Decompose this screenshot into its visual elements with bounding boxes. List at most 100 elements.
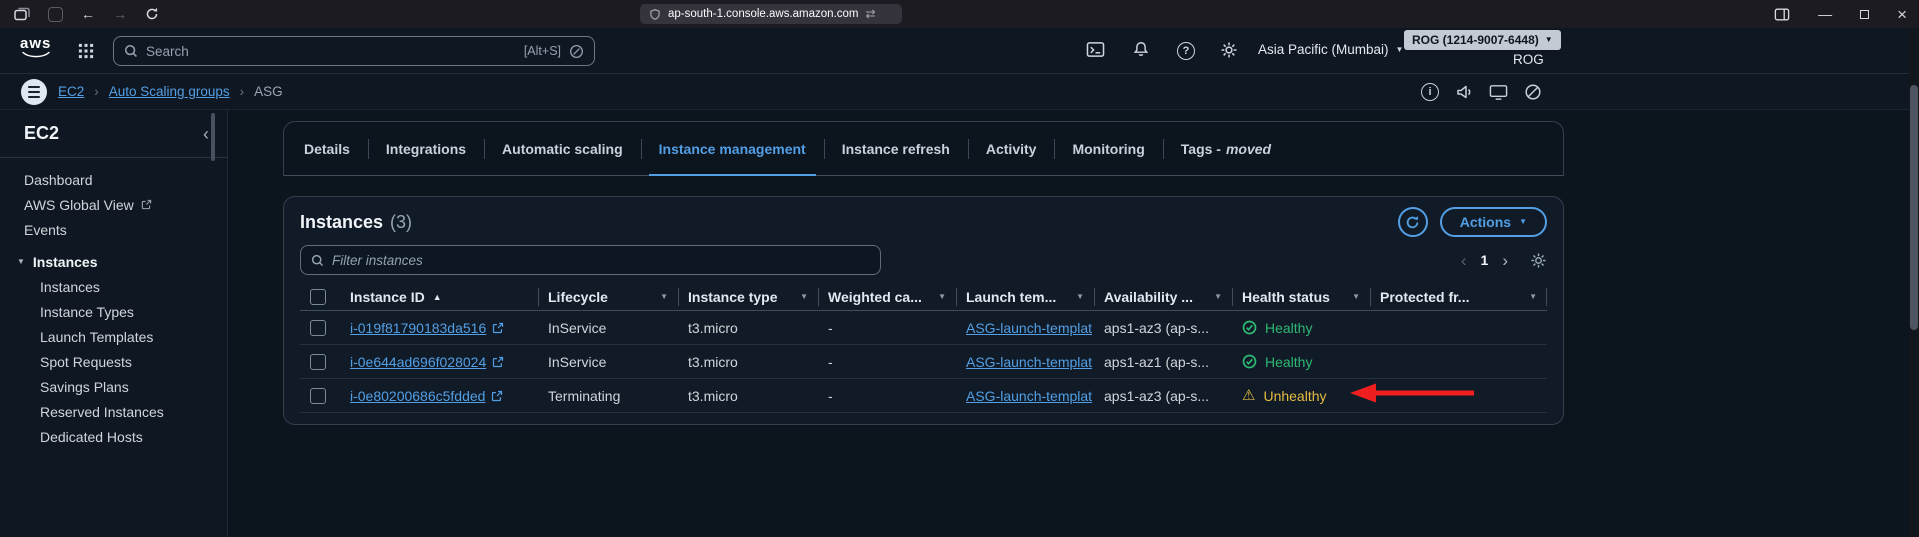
column-filter-icon[interactable]: ▼ [1523,292,1537,301]
window-stack-icon[interactable] [14,7,30,22]
account-name[interactable]: ROG [1513,52,1544,67]
tab-tags[interactable]: Tags - moved [1163,122,1289,175]
availability-zone-cell: aps1-az3 (ap-s... [1094,320,1232,336]
page-scrollbar-thumb[interactable] [1910,85,1918,330]
sidebar-item-instances[interactable]: Instances [0,274,227,299]
column-filter-icon[interactable]: ▼ [1346,292,1360,301]
external-link-icon [141,199,152,210]
breadcrumb-asg-link[interactable]: Auto Scaling groups [109,84,230,99]
sidebar-item-label: Launch Templates [40,329,153,345]
browser-chrome: ← → ap-south-1.console.aws.amazon.com ⇄ … [0,0,1919,28]
megaphone-icon[interactable] [1455,83,1473,101]
instance-id-link[interactable]: i-0e644ad696f028024 [350,354,486,370]
address-bar[interactable]: ap-south-1.console.aws.amazon.com ⇄ [640,4,902,24]
table-preferences-gear-icon[interactable] [1530,252,1547,269]
tab-details[interactable]: Details [286,122,368,175]
browser-tab-icon[interactable] [48,7,63,22]
select-all-checkbox[interactable] [310,289,326,305]
hamburger-menu-icon[interactable] [21,79,47,105]
sidebar-toggle-icon[interactable] [1774,7,1790,22]
column-filter-icon[interactable]: ▼ [794,292,808,301]
launch-template-link[interactable]: ASG-launch-templat [966,388,1092,404]
tab-monitoring[interactable]: Monitoring [1054,122,1162,175]
refresh-button[interactable] [1398,207,1428,237]
filter-instances-input[interactable] [332,253,870,268]
globe-slash-icon[interactable] [1524,83,1542,101]
launch-template-link[interactable]: ASG-launch-templat [966,354,1092,370]
account-menu-badge[interactable]: ROG (1214-9007-6448) ▼ [1404,30,1561,50]
page-scrollbar[interactable] [1909,28,1919,537]
global-search[interactable]: [Alt+S] [113,36,595,66]
apps-grid-icon[interactable] [78,43,94,59]
sort-ascending-icon: ▲ [433,292,442,302]
column-header-protected[interactable]: Protected fr... ▼ [1370,283,1547,310]
column-header-lifecycle[interactable]: Lifecycle ▼ [538,283,678,310]
column-filter-icon[interactable]: ▼ [654,292,668,301]
instance-id-link[interactable]: i-019f81790183da516 [350,320,486,336]
sidebar-item-reserved-instances[interactable]: Reserved Instances [0,399,227,424]
column-filter-icon[interactable]: ▼ [1070,292,1084,301]
reload-icon[interactable] [145,7,159,21]
tab-automatic-scaling[interactable]: Automatic scaling [484,122,641,175]
sidebar-item-events[interactable]: Events [0,217,227,242]
monitor-icon[interactable] [1489,83,1508,101]
warning-triangle-icon: ⚠ [1242,388,1255,403]
row-checkbox[interactable] [310,354,326,370]
back-icon[interactable]: ← [81,7,95,21]
search-input[interactable] [146,44,516,59]
sidebar-item-label: Savings Plans [40,379,129,395]
row-checkbox[interactable] [310,320,326,336]
launch-template-link[interactable]: ASG-launch-templat [966,320,1092,336]
tab-integrations[interactable]: Integrations [368,122,484,175]
notifications-bell-icon[interactable] [1132,40,1150,59]
column-header-launch-template[interactable]: Launch tem... ▼ [956,283,1094,310]
next-page-icon[interactable]: › [1502,252,1508,269]
row-checkbox[interactable] [310,388,326,404]
filter-instances-box[interactable] [300,245,881,275]
sidebar-scrollbar-thumb[interactable] [211,113,215,161]
sidebar-item-dedicated-hosts[interactable]: Dedicated Hosts [0,424,227,449]
column-label: Instance type [688,289,777,305]
sidebar-item-global-view[interactable]: AWS Global View [0,192,227,217]
sidebar-collapse-icon[interactable]: ‹ [203,125,209,143]
sidebar-item-spot-requests[interactable]: Spot Requests [0,349,227,374]
forward-icon[interactable]: → [113,7,127,21]
previous-page-icon[interactable]: ‹ [1461,252,1467,269]
sidebar-item-instance-types[interactable]: Instance Types [0,299,227,324]
table-row: i-0e80200686c5fdded Terminating t3.micro… [300,379,1547,413]
column-header-instance-id[interactable]: Instance ID ▲ [340,283,538,310]
sidebar-item-launch-templates[interactable]: Launch Templates [0,324,227,349]
health-status-cell: ⚠ Unhealthy [1232,388,1370,404]
page-number[interactable]: 1 [1481,252,1489,268]
restore-icon[interactable] [1860,10,1869,19]
external-link-icon [492,322,504,334]
sidebar-item-dashboard[interactable]: Dashboard [0,167,227,192]
screen: ← → ap-south-1.console.aws.amazon.com ⇄ … [0,0,1919,537]
close-icon[interactable]: × [1897,6,1907,23]
minimize-icon[interactable]: — [1818,7,1832,21]
tab-instance-management[interactable]: Instance management [641,122,824,175]
external-link-icon [491,390,503,402]
shield-icon[interactable] [649,8,661,21]
region-selector[interactable]: Asia Pacific (Mumbai) ▼ [1258,42,1403,57]
cloudshell-icon[interactable] [1086,41,1105,58]
sidebar-section-instances[interactable]: ▼ Instances [0,249,227,274]
settings-gear-icon[interactable] [1220,41,1238,59]
tab-label: Activity [986,141,1037,157]
sidebar-item-savings-plans[interactable]: Savings Plans [0,374,227,399]
column-header-instance-type[interactable]: Instance type ▼ [678,283,818,310]
aws-logo[interactable]: aws [20,36,51,59]
info-icon[interactable]: i [1421,83,1439,101]
column-header-weighted-capacity[interactable]: Weighted ca... ▼ [818,283,956,310]
translate-icon[interactable]: ⇄ [866,8,876,20]
tab-instance-refresh[interactable]: Instance refresh [824,122,968,175]
column-header-health-status[interactable]: Health status ▼ [1232,283,1370,310]
tab-activity[interactable]: Activity [968,122,1055,175]
actions-button[interactable]: Actions ▼ [1440,207,1547,237]
column-header-availability-zone[interactable]: Availability ... ▼ [1094,283,1232,310]
help-icon[interactable]: ? [1177,42,1195,60]
column-filter-icon[interactable]: ▼ [932,292,946,301]
column-filter-icon[interactable]: ▼ [1208,292,1222,301]
instance-id-link[interactable]: i-0e80200686c5fdded [350,388,485,404]
breadcrumb-ec2-link[interactable]: EC2 [58,84,84,99]
